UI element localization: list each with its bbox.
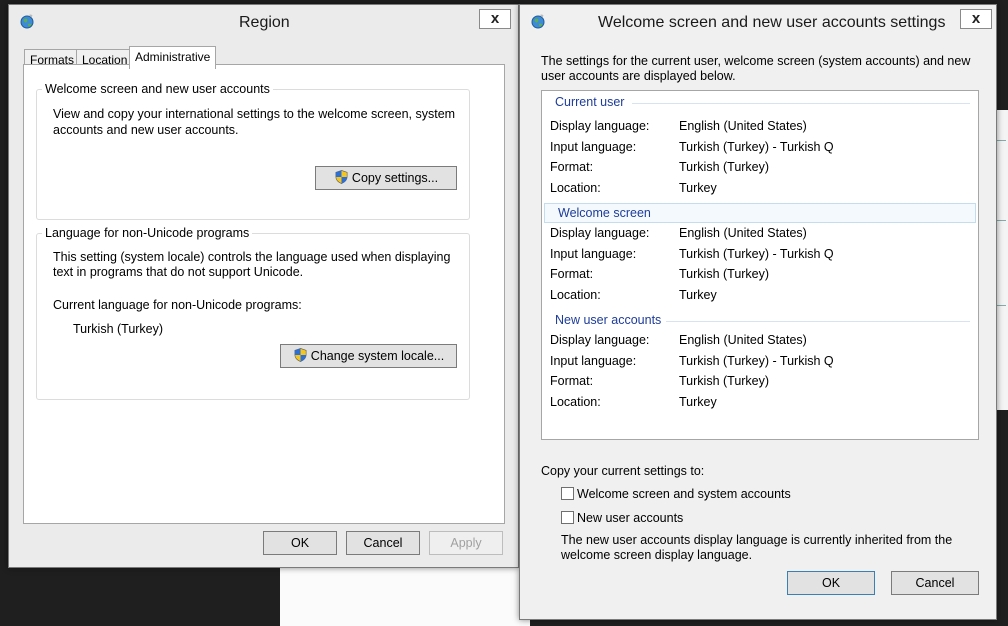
row-label-input-language: Input language: [550,354,637,368]
welcome-group-description-line1: View and copy your international setting… [53,107,456,121]
region-close-button[interactable]: x [479,9,511,29]
welcome-screen-input-language: Turkish (Turkey) - Turkish Q [679,247,834,261]
region-title: Region [239,14,290,31]
welcome-intro-line1: The settings for the current user, welco… [541,54,971,68]
new-user-format: Turkish (Turkey) [679,374,770,388]
desktop-background-panel [280,560,530,626]
new-user-location: Turkey [679,395,717,409]
section-title-current-user: Current user [555,95,625,109]
welcome-screen-display-language: English (United States) [679,226,807,240]
globe-icon [19,13,35,29]
current-user-format: Turkish (Turkey) [679,160,770,174]
region-cancel-button[interactable]: Cancel [346,531,420,555]
row-label-display-language: Display language: [550,333,650,347]
change-system-locale-label: Change system locale... [310,349,445,363]
copy-settings-button[interactable]: Copy settings... [315,166,457,190]
current-language-value: Turkish (Turkey) [73,322,164,336]
welcome-screen-group: Welcome screen and new user accounts Vie… [36,82,470,220]
section-header-new-user-accounts: New user accounts [542,311,978,331]
region-apply-button[interactable]: Apply [429,531,503,555]
section-title-welcome-screen: Welcome screen [558,206,651,220]
inherit-note-line2: welcome screen display language. [561,548,753,562]
welcome-title: Welcome screen and new user accounts set… [598,14,946,31]
non-unicode-description-line2: text in programs that do not support Uni… [53,265,304,279]
new-user-accounts-checkbox-label[interactable]: New user accounts [577,510,683,526]
non-unicode-description-line1: This setting (system locale) controls th… [53,250,451,264]
section-header-current-user: Current user [542,93,978,113]
globe-icon [530,13,546,29]
row-label-display-language: Display language: [550,226,650,240]
current-language-label: Current language for non-Unicode program… [53,298,302,312]
row-label-location: Location: [550,181,601,195]
welcome-close-button[interactable]: x [960,9,992,29]
welcome-screen-checkbox[interactable] [561,487,574,500]
current-user-input-language: Turkish (Turkey) - Turkish Q [679,140,834,154]
change-system-locale-button[interactable]: Change system locale... [280,344,457,368]
current-user-display-language: English (United States) [679,119,807,133]
copy-settings-label: Copy settings... [351,171,439,185]
new-user-input-language: Turkish (Turkey) - Turkish Q [679,354,834,368]
welcome-ok-button[interactable]: OK [787,571,875,595]
row-label-input-language: Input language: [550,140,637,154]
region-ok-button[interactable]: OK [263,531,337,555]
row-label-display-language: Display language: [550,119,650,133]
copy-settings-label: Copy your current settings to: [541,464,705,478]
welcome-titlebar[interactable]: Welcome screen and new user accounts set… [520,5,996,39]
uac-shield-icon [334,169,349,185]
welcome-screen-checkbox-label[interactable]: Welcome screen and system accounts [577,486,791,502]
tab-administrative[interactable]: Administrative [129,46,217,69]
row-label-format: Format: [550,160,594,174]
row-label-location: Location: [550,288,601,302]
non-unicode-group-title: Language for non-Unicode programs [42,226,253,240]
row-label-location: Location: [550,395,601,409]
row-label-input-language: Input language: [550,247,637,261]
row-label-format: Format: [550,374,594,388]
settings-summary-box: Current user Display language: English (… [541,90,979,440]
current-user-location: Turkey [679,181,717,195]
welcome-group-title: Welcome screen and new user accounts [42,82,273,96]
region-titlebar[interactable]: Region x [9,5,518,39]
inherit-note-line1: The new user accounts display language i… [561,533,953,547]
section-header-welcome-screen: Welcome screen [544,203,976,223]
administrative-panel: Welcome screen and new user accounts Vie… [23,64,505,524]
welcome-cancel-button[interactable]: Cancel [891,571,979,595]
region-dialog: Region x Formats Location Administrative… [8,4,519,568]
welcome-group-description-line2: accounts and new user accounts. [53,123,239,137]
welcome-settings-dialog: Welcome screen and new user accounts set… [519,4,997,620]
new-user-accounts-checkbox[interactable] [561,511,574,524]
row-label-format: Format: [550,267,594,281]
uac-shield-icon [293,347,308,363]
non-unicode-group: Language for non-Unicode programs This s… [36,226,470,400]
section-title-new-user-accounts: New user accounts [555,313,662,327]
new-user-display-language: English (United States) [679,333,807,347]
welcome-screen-location: Turkey [679,288,717,302]
welcome-intro-line2: user accounts are displayed below. [541,69,736,83]
welcome-screen-format: Turkish (Turkey) [679,267,770,281]
